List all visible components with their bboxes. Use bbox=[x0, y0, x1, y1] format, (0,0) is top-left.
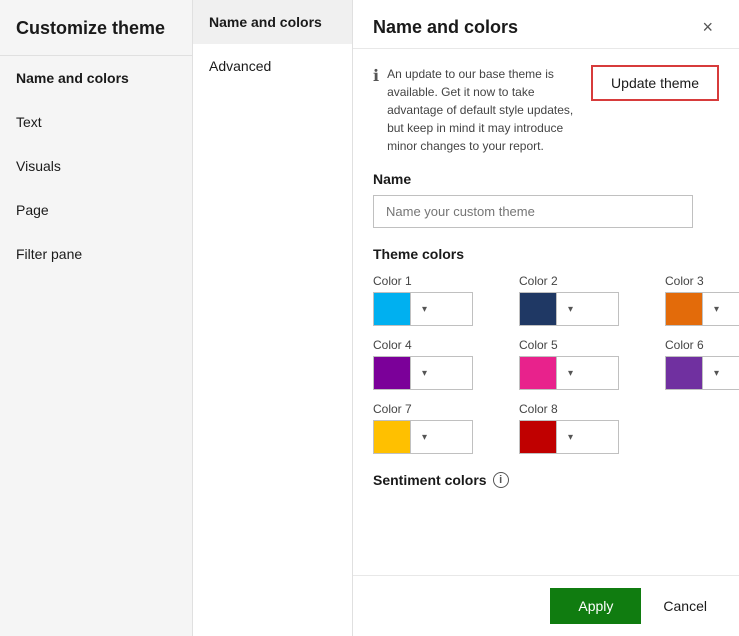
main-footer: Apply Cancel bbox=[353, 575, 739, 636]
color-label-color1: Color 1 bbox=[373, 274, 503, 288]
color-item-color8: Color 8 ▾ bbox=[519, 402, 649, 454]
theme-colors-section: Theme colors Color 1▾Color 2▾Color 3▾Col… bbox=[373, 246, 719, 454]
sidebar-item-filter-pane[interactable]: Filter pane bbox=[0, 232, 192, 276]
color-item-color4: Color 4 ▾ bbox=[373, 338, 503, 390]
sentiment-colors-section: Sentiment colors i bbox=[373, 472, 719, 488]
color-item-color1: Color 1 ▾ bbox=[373, 274, 503, 326]
color-grid: Color 1▾Color 2▾Color 3▾Color 4▾Color 5▾… bbox=[373, 274, 719, 454]
color-swatch-color5 bbox=[520, 357, 556, 389]
apply-button[interactable]: Apply bbox=[550, 588, 641, 624]
color-label-color3: Color 3 bbox=[665, 274, 739, 288]
color-label-color5: Color 5 bbox=[519, 338, 649, 352]
info-icon: ℹ bbox=[373, 66, 379, 86]
theme-colors-label: Theme colors bbox=[373, 246, 719, 262]
sidebar-item-visuals[interactable]: Visuals bbox=[0, 144, 192, 188]
color-dropdown-arrow-color6[interactable]: ▾ bbox=[702, 357, 730, 389]
info-banner-text: An update to our base theme is available… bbox=[387, 65, 583, 155]
color-picker-color1[interactable]: ▾ bbox=[373, 292, 473, 326]
tab-advanced[interactable]: Advanced bbox=[193, 44, 352, 88]
main-panel: Name and colors × ℹ An update to our bas… bbox=[353, 0, 739, 636]
color-swatch-color3 bbox=[666, 293, 702, 325]
main-panel-title: Name and colors bbox=[373, 17, 518, 38]
color-swatch-color1 bbox=[374, 293, 410, 325]
color-dropdown-arrow-color2[interactable]: ▾ bbox=[556, 293, 584, 325]
color-dropdown-arrow-color7[interactable]: ▾ bbox=[410, 421, 438, 453]
main-header: Name and colors × bbox=[353, 0, 739, 49]
color-label-color8: Color 8 bbox=[519, 402, 649, 416]
color-dropdown-arrow-color8[interactable]: ▾ bbox=[556, 421, 584, 453]
name-section-label: Name bbox=[373, 171, 719, 187]
color-picker-color6[interactable]: ▾ bbox=[665, 356, 739, 390]
color-dropdown-arrow-color1[interactable]: ▾ bbox=[410, 293, 438, 325]
sidebar-title: Customize theme bbox=[0, 0, 192, 56]
color-swatch-color4 bbox=[374, 357, 410, 389]
cancel-button[interactable]: Cancel bbox=[651, 588, 719, 624]
center-panel: Name and colorsAdvanced bbox=[193, 0, 353, 636]
color-swatch-color8 bbox=[520, 421, 556, 453]
color-swatch-color6 bbox=[666, 357, 702, 389]
sentiment-info-icon: i bbox=[493, 472, 509, 488]
sidebar: Customize theme Name and colorsTextVisua… bbox=[0, 0, 193, 636]
color-picker-color7[interactable]: ▾ bbox=[373, 420, 473, 454]
color-picker-color3[interactable]: ▾ bbox=[665, 292, 739, 326]
tab-name-and-colors[interactable]: Name and colors bbox=[193, 0, 352, 44]
color-label-color2: Color 2 bbox=[519, 274, 649, 288]
main-content: ℹ An update to our base theme is availab… bbox=[353, 49, 739, 575]
color-item-color3: Color 3 ▾ bbox=[665, 274, 739, 326]
update-theme-button[interactable]: Update theme bbox=[591, 65, 719, 101]
center-tabs-container: Name and colorsAdvanced bbox=[193, 0, 352, 88]
sidebar-item-text[interactable]: Text bbox=[0, 100, 192, 144]
color-label-color4: Color 4 bbox=[373, 338, 503, 352]
info-banner: ℹ An update to our base theme is availab… bbox=[373, 65, 719, 155]
sentiment-label: Sentiment colors bbox=[373, 472, 487, 488]
theme-name-input[interactable] bbox=[373, 195, 693, 228]
close-button[interactable]: × bbox=[696, 16, 719, 38]
color-item-color2: Color 2 ▾ bbox=[519, 274, 649, 326]
name-section: Name bbox=[373, 171, 719, 246]
color-dropdown-arrow-color5[interactable]: ▾ bbox=[556, 357, 584, 389]
color-swatch-color2 bbox=[520, 293, 556, 325]
color-item-color6: Color 6 ▾ bbox=[665, 338, 739, 390]
color-item-color7: Color 7 ▾ bbox=[373, 402, 503, 454]
color-picker-color4[interactable]: ▾ bbox=[373, 356, 473, 390]
color-swatch-color7 bbox=[374, 421, 410, 453]
sidebar-item-name-and-colors[interactable]: Name and colors bbox=[0, 56, 192, 100]
color-label-color7: Color 7 bbox=[373, 402, 503, 416]
sidebar-item-page[interactable]: Page bbox=[0, 188, 192, 232]
color-picker-color5[interactable]: ▾ bbox=[519, 356, 619, 390]
color-dropdown-arrow-color3[interactable]: ▾ bbox=[702, 293, 730, 325]
color-picker-color2[interactable]: ▾ bbox=[519, 292, 619, 326]
color-picker-color8[interactable]: ▾ bbox=[519, 420, 619, 454]
color-label-color6: Color 6 bbox=[665, 338, 739, 352]
color-dropdown-arrow-color4[interactable]: ▾ bbox=[410, 357, 438, 389]
color-item-color5: Color 5 ▾ bbox=[519, 338, 649, 390]
sidebar-items-container: Name and colorsTextVisualsPageFilter pan… bbox=[0, 56, 192, 276]
